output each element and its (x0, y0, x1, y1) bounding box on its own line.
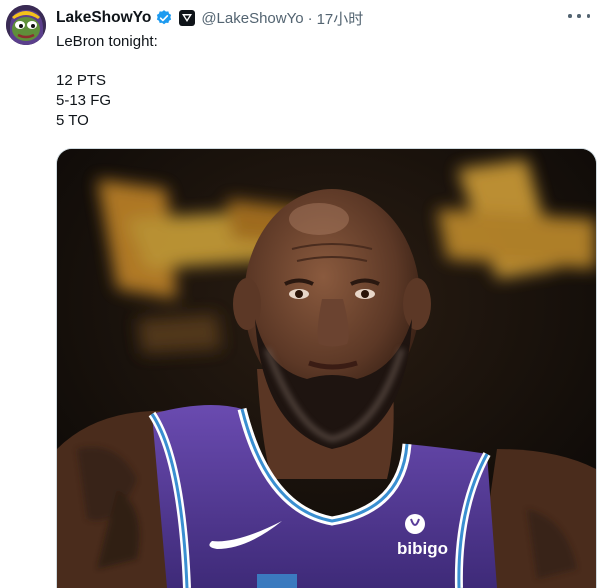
tweet-header: LakeShowYo @LakeShowYo · 17小时 (56, 7, 363, 29)
more-options-icon[interactable] (568, 8, 590, 24)
jersey-sponsor-text: bibigo (397, 539, 448, 558)
tweet-card[interactable]: LakeShowYo @LakeShowYo · 17小时 LeBron ton… (0, 0, 600, 588)
tweet-text-line: 12 PTS (56, 72, 107, 89)
tweet-text-line: 5 TO (56, 112, 89, 129)
basketball-player-photo: bibigo (57, 149, 596, 588)
author-handle[interactable]: @LakeShowYo (201, 10, 303, 27)
header-separator: · (307, 9, 313, 27)
affiliate-badge-icon[interactable] (179, 10, 196, 26)
tweet-text-line: 5-13 FG (56, 92, 112, 109)
tweet-media-image[interactable]: bibigo (56, 148, 597, 588)
tweet-text: LeBron tonight: 12 PTS 5-13 FG 5 TO (56, 32, 576, 131)
avatar[interactable] (6, 5, 46, 45)
pepe-avatar-icon (6, 5, 46, 45)
tweet-text-line (56, 52, 576, 71)
timestamp[interactable]: 17小时 (317, 8, 364, 29)
tweet-text-line: LeBron tonight: (56, 33, 158, 50)
display-name[interactable]: LakeShowYo (56, 9, 151, 27)
verified-badge-icon (155, 9, 173, 27)
